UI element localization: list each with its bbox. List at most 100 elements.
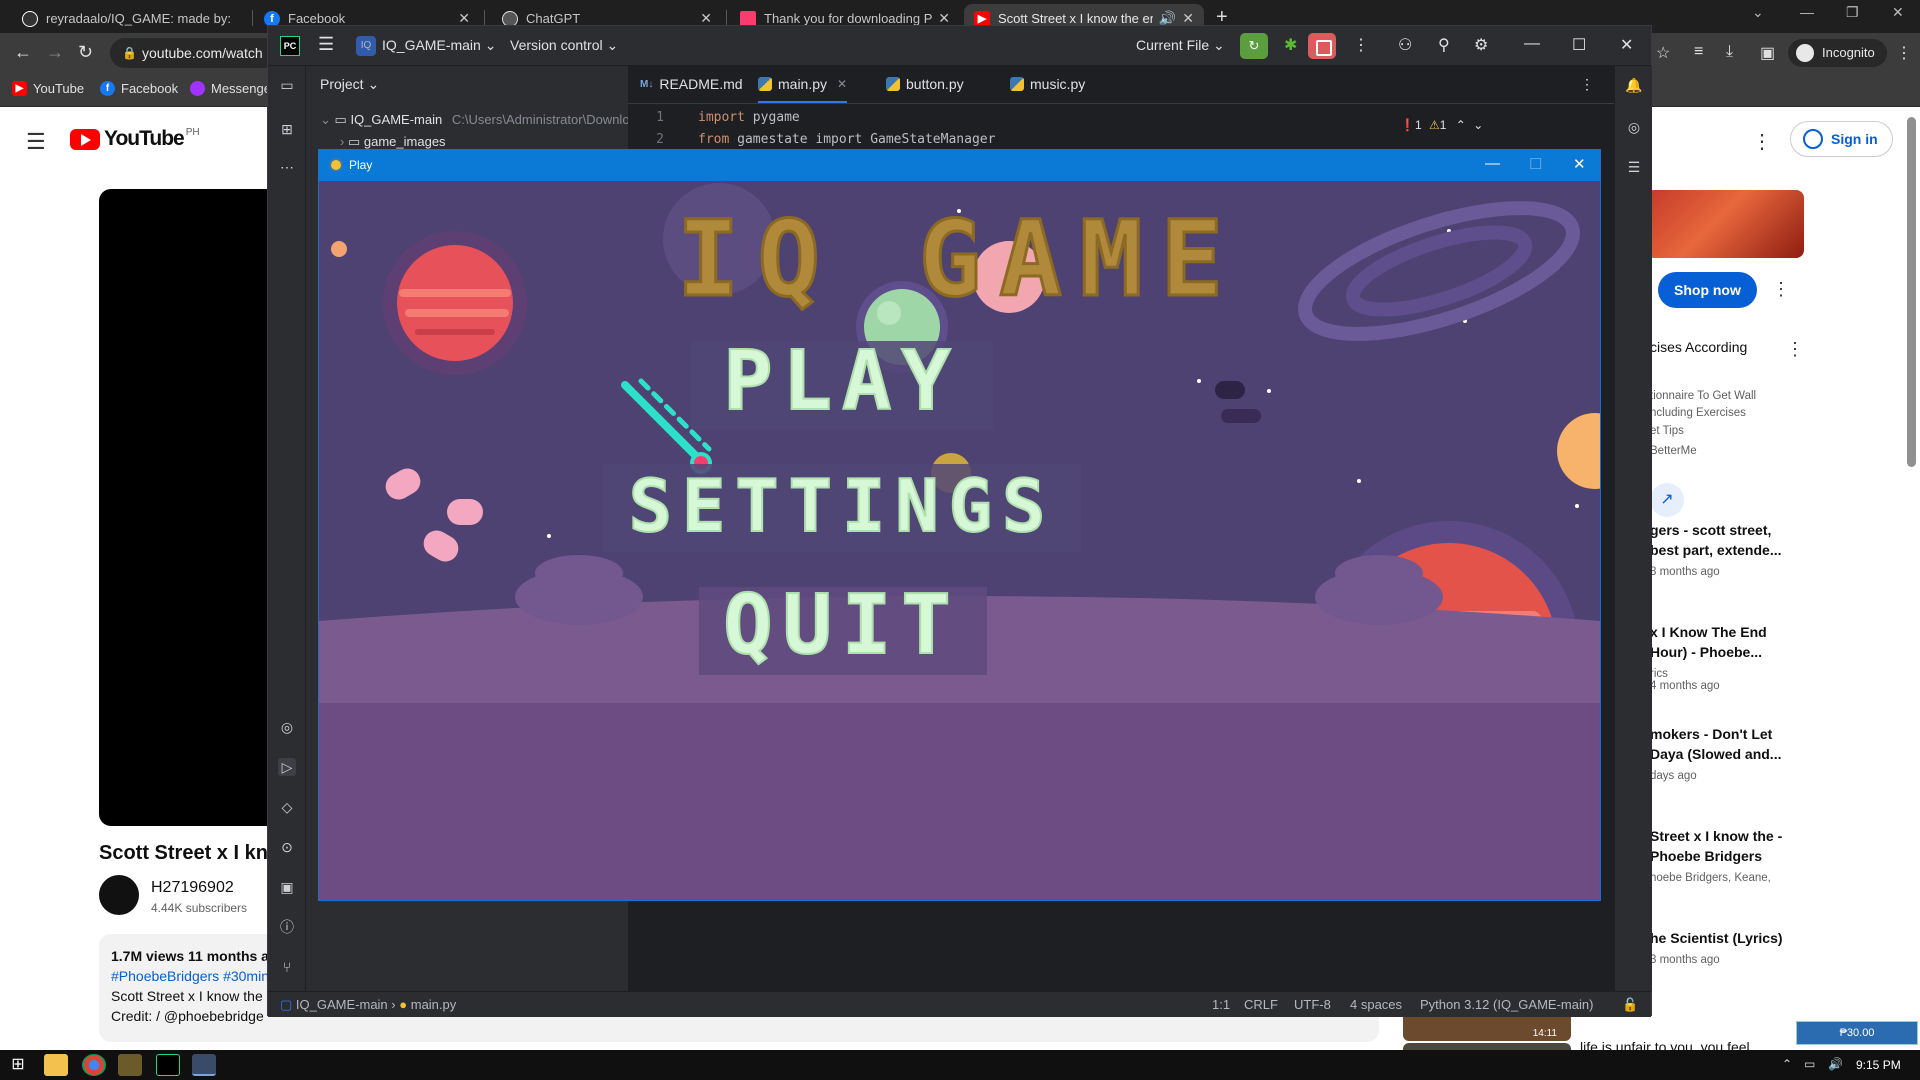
bookmark-facebook[interactable]: f Facebook bbox=[100, 81, 178, 96]
app-icon[interactable] bbox=[118, 1054, 142, 1076]
incognito-badge[interactable]: Incognito bbox=[1788, 39, 1887, 67]
settings-button[interactable]: SETTINGS bbox=[603, 463, 1081, 552]
clock[interactable]: 9:15 PM bbox=[1856, 1058, 1901, 1072]
debug-icon[interactable]: ✱ bbox=[1284, 35, 1297, 55]
tab-main-py[interactable]: main.py ✕ bbox=[758, 76, 848, 103]
line-separator[interactable]: CRLF bbox=[1244, 997, 1278, 1012]
breadcrumb[interactable]: ▢ IQ_GAME-main › ● main.py bbox=[280, 997, 456, 1013]
gear-icon[interactable]: ⚙ bbox=[1474, 35, 1488, 55]
caret-position[interactable]: 1:1 bbox=[1212, 997, 1230, 1012]
terminal-icon[interactable]: ▣ bbox=[278, 878, 296, 896]
chrome-icon[interactable] bbox=[82, 1054, 106, 1076]
close-window-icon[interactable]: ✕ bbox=[1892, 4, 1904, 21]
more-tools-icon[interactable]: ⋯ bbox=[278, 158, 296, 176]
services-icon[interactable]: ⊙ bbox=[278, 838, 296, 856]
close-icon[interactable]: ✕ bbox=[1573, 155, 1586, 173]
close-icon[interactable]: ✕ bbox=[837, 77, 847, 91]
ai-assistant-icon[interactable]: ◎ bbox=[1625, 118, 1643, 136]
pygame-window-icon[interactable] bbox=[192, 1054, 216, 1076]
site-info-icon[interactable]: 🔒 bbox=[122, 38, 137, 68]
media-control-icon[interactable]: ≡ bbox=[1694, 43, 1703, 61]
project-selector[interactable]: IQ_GAME-main ⌄ bbox=[382, 37, 496, 54]
minimize-icon[interactable]: — bbox=[1800, 4, 1814, 20]
tree-root[interactable]: ⌄ ▭ IQ_GAME-main C:\Users\Administrator\… bbox=[320, 112, 630, 128]
inspection-widget[interactable]: ❗1 ⚠1 ⌃ ⌄ bbox=[1400, 118, 1483, 132]
run-icon[interactable]: ▷ bbox=[278, 758, 296, 776]
pycharm-icon[interactable] bbox=[156, 1054, 180, 1076]
project-panel-title[interactable]: Project ⌄ bbox=[320, 76, 379, 93]
recommendation[interactable]: x I Know The End Hour) - Phoebe... rics … bbox=[1650, 622, 1800, 692]
rec-thumbnail[interactable]: 14:11 bbox=[1403, 1013, 1571, 1041]
ad-menu-icon[interactable]: ⋮ bbox=[1772, 279, 1790, 300]
recommendation[interactable]: he Scientist (Lyrics) 3 months ago bbox=[1650, 928, 1800, 966]
bookmark-messenger[interactable]: Messenge bbox=[190, 81, 271, 96]
browser-menu-icon[interactable]: ⋮ bbox=[1896, 43, 1912, 63]
forward-arrow-icon[interactable]: → bbox=[46, 42, 64, 63]
python-interpreter[interactable]: Python 3.12 (IQ_GAME-main) bbox=[1420, 997, 1593, 1012]
python-console-icon[interactable]: ◎ bbox=[278, 718, 296, 736]
browser-tab-github[interactable]: reyradaalo/IQ_GAME: made by: bbox=[12, 4, 252, 33]
recommendation[interactable]: Street x I know the - Phoebe Bridgers ho… bbox=[1650, 826, 1800, 884]
tab-readme[interactable]: M↓ README.md bbox=[640, 76, 743, 92]
close-window-icon[interactable]: ✕ bbox=[1620, 35, 1633, 55]
tab-button-py[interactable]: button.py bbox=[886, 76, 964, 92]
indent-setting[interactable]: 4 spaces bbox=[1350, 997, 1402, 1012]
file-encoding[interactable]: UTF-8 bbox=[1294, 997, 1331, 1012]
search-icon[interactable]: ⚲ bbox=[1438, 35, 1450, 55]
game-canvas[interactable]: IQ GAME PLAY SETTINGS QUIT bbox=[319, 181, 1600, 901]
hamburger-menu-icon[interactable]: ☰ bbox=[26, 129, 46, 155]
stop-button[interactable] bbox=[1308, 33, 1336, 59]
download-icon[interactable]: ⤓ bbox=[1726, 43, 1733, 61]
notifications-icon[interactable]: 🔔 bbox=[1625, 76, 1643, 94]
vcs-selector[interactable]: Version control ⌄ bbox=[510, 37, 618, 54]
tab-options-icon[interactable]: ⋮ bbox=[1580, 76, 1594, 93]
channel-avatar[interactable] bbox=[99, 875, 139, 915]
open-link-icon[interactable]: ↗ bbox=[1650, 483, 1684, 517]
recommendation[interactable]: mokers - Don't Let Daya (Slowed and... d… bbox=[1650, 724, 1800, 782]
main-menu-icon[interactable]: ☰ bbox=[318, 34, 334, 55]
run-config-selector[interactable]: Current File ⌄ bbox=[1136, 37, 1225, 54]
network-icon[interactable]: ▭ bbox=[1804, 1057, 1815, 1071]
back-arrow-icon[interactable]: ← bbox=[14, 42, 32, 63]
ad-title[interactable]: cises According bbox=[1650, 339, 1747, 355]
rerun-button[interactable]: ↻ bbox=[1240, 33, 1268, 59]
more-options-icon[interactable]: ⋮ bbox=[1752, 129, 1772, 154]
bookmark-youtube[interactable]: ▶ YouTube bbox=[12, 81, 84, 96]
youtube-logo[interactable]: YouTube PH bbox=[70, 127, 200, 151]
structure-icon[interactable]: ⊞ bbox=[278, 120, 296, 138]
tab-search-icon[interactable]: ⌄ bbox=[1752, 4, 1764, 21]
more-actions-icon[interactable]: ⋮ bbox=[1353, 35, 1369, 55]
database-icon[interactable]: ☰ bbox=[1625, 158, 1643, 176]
bookmark-star-icon[interactable]: ☆ bbox=[1656, 43, 1670, 63]
ad-title-menu-icon[interactable]: ⋮ bbox=[1786, 339, 1804, 360]
reload-icon[interactable]: ↻ bbox=[78, 42, 93, 63]
restore-icon[interactable]: ❐ bbox=[1846, 4, 1859, 21]
windows-start-icon[interactable]: ⊞ bbox=[6, 1054, 30, 1076]
maximize-icon[interactable]: ☐ bbox=[1529, 155, 1542, 173]
channel-name[interactable]: H27196902 bbox=[151, 879, 234, 897]
volume-icon[interactable]: 🔊 bbox=[1828, 1057, 1843, 1071]
add-user-icon[interactable]: ⚇ bbox=[1398, 35, 1412, 55]
shop-now-button[interactable]: Shop now bbox=[1658, 272, 1757, 308]
recommendation[interactable]: gers - scott street, best part, extende.… bbox=[1650, 520, 1800, 578]
quit-button[interactable]: QUIT bbox=[699, 577, 987, 675]
chevron-down-icon[interactable]: ⌄ bbox=[1473, 118, 1483, 132]
minimize-icon[interactable]: — bbox=[1485, 155, 1500, 172]
folder-icon[interactable]: ▭ bbox=[278, 76, 296, 94]
minimize-icon[interactable]: — bbox=[1524, 35, 1540, 53]
play-button[interactable]: PLAY bbox=[691, 333, 993, 430]
file-explorer-icon[interactable] bbox=[44, 1054, 68, 1076]
page-scrollbar[interactable] bbox=[1907, 117, 1916, 467]
tab-music-py[interactable]: music.py bbox=[1010, 76, 1085, 92]
lock-icon[interactable]: 🔓 bbox=[1622, 997, 1638, 1013]
ad-image[interactable] bbox=[1646, 190, 1804, 258]
layers-icon[interactable]: ◇ bbox=[278, 798, 296, 816]
git-icon[interactable]: ⑂ bbox=[278, 958, 296, 976]
sign-in-button[interactable]: Sign in bbox=[1790, 121, 1893, 157]
maximize-icon[interactable]: ☐ bbox=[1572, 35, 1586, 55]
tray-overflow-icon[interactable]: ⌃ bbox=[1782, 1057, 1792, 1071]
problems-icon[interactable]: ⓘ bbox=[278, 918, 296, 936]
chevron-up-icon[interactable]: ⌃ bbox=[1456, 118, 1466, 132]
side-panel-icon[interactable]: ▣ bbox=[1760, 43, 1775, 63]
tree-node[interactable]: › ▭ game_images bbox=[340, 134, 446, 150]
